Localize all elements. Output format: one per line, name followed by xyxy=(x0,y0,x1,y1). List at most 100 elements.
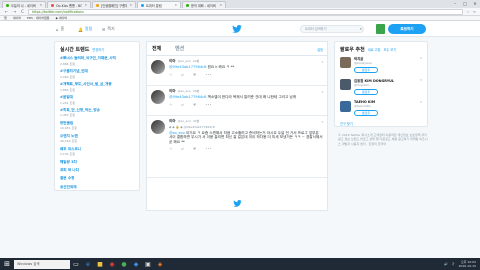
menu-icon[interactable]: ≡ xyxy=(473,9,476,14)
tweet-author-handle[interactable]: @so_eco xyxy=(178,59,191,63)
bookmark-item[interactable]: 앱 xyxy=(4,16,7,20)
tab-close-icon[interactable]: ✕ xyxy=(174,3,177,7)
trend-item[interactable]: 오렌지 노멘 46,160 트윗 xyxy=(60,134,134,144)
twitter-bird-icon[interactable] xyxy=(232,25,242,33)
search-icon[interactable]: ⌕ xyxy=(360,26,362,31)
bookmark-star-icon[interactable]: ☆ xyxy=(466,9,470,14)
tweet-author-name[interactable]: 이아 xyxy=(169,89,176,94)
tweet-mention[interactable]: @09e43ab177964c8 xyxy=(169,95,206,99)
trend-tag[interactable]: 헤일랑 3차 xyxy=(60,160,134,165)
browser-tab[interactable]: 문의 대화 - 네이버 메일 ✕ xyxy=(182,1,226,8)
retweet-icon[interactable]: ⇄ xyxy=(181,73,184,77)
reply-icon[interactable]: ↰ xyxy=(169,73,172,77)
like-icon[interactable]: ♥ xyxy=(193,147,196,151)
nav-messages[interactable]: ✉ 쪽지 xyxy=(102,26,115,32)
trend-tag[interactable]: 결문 수정 xyxy=(60,176,134,181)
trend-item[interactable]: #개팩트_부도_사인서_발_삼_개봉 1,865 트윗 xyxy=(60,82,134,92)
tweet-mention[interactable]: @so_eco xyxy=(169,131,185,135)
avatar[interactable] xyxy=(151,90,165,104)
tweet-author-handle[interactable]: @so_eco xyxy=(178,119,191,123)
back-button[interactable]: ← xyxy=(4,9,9,14)
chevron-down-icon[interactable]: ▾ xyxy=(321,120,323,124)
bookmark-item[interactable]: EBS · 네이버웹툰 xyxy=(27,16,49,20)
tweet-author-handle[interactable]: @so_eco xyxy=(178,89,191,93)
follow-button[interactable]: 팔로우 xyxy=(354,89,378,95)
forward-button[interactable]: → xyxy=(12,9,17,14)
tweet-mention[interactable]: @09e43ab177964c8 xyxy=(169,65,206,69)
trend-tag[interactable]: #뽀너스 놀러와_식구민_이제문_사직 xyxy=(60,56,134,61)
avatar[interactable] xyxy=(340,101,351,112)
browser-tab[interactable]: [인생캠페인] 구름위~ ✕ xyxy=(92,1,136,8)
bookmark-item[interactable]: 네이버 xyxy=(13,16,21,20)
suggestion-item[interactable]: ✕ 박지윤 @kodayana 팔로우 xyxy=(340,56,422,75)
tab-close-icon[interactable]: ✕ xyxy=(39,3,42,7)
chrome-icon[interactable]: ◉ xyxy=(106,258,118,270)
trend-item[interactable]: 배우 미스코니 2,154 트윗 xyxy=(60,147,134,157)
url-input[interactable]: https://twitter.com/notifications xyxy=(28,8,464,15)
dismiss-icon[interactable]: ✕ xyxy=(419,100,422,104)
tweet-time[interactable]: 32분 xyxy=(193,119,200,123)
reply-icon[interactable]: ↰ xyxy=(169,147,172,151)
volume-icon[interactable]: 🔊 xyxy=(444,262,448,266)
tweet-author-name[interactable]: 이아 xyxy=(169,119,176,124)
file-explorer-icon[interactable]: ■ xyxy=(94,258,106,270)
trend-tag[interactable]: #윤일대 xyxy=(60,95,134,100)
trend-item[interactable]: 코피 박 나다 xyxy=(60,168,134,173)
tab-close-icon[interactable]: ✕ xyxy=(219,3,222,7)
refresh-link[interactable]: 새로 고침 xyxy=(368,47,381,52)
task-view-icon[interactable]: ▭ xyxy=(70,258,82,270)
chevron-down-icon[interactable]: ▾ xyxy=(321,90,323,94)
trend-item[interactable]: 결문 수정 xyxy=(60,176,134,181)
avatar[interactable] xyxy=(340,79,351,90)
tab-close-icon[interactable]: ✕ xyxy=(129,3,132,7)
trend-tag[interactable]: 오렌지 노멘 xyxy=(60,134,134,139)
suggestion-item[interactable]: ✕ TAEHO KIM @taeumiko 팔로우 xyxy=(340,100,422,119)
reload-button[interactable]: C xyxy=(20,9,25,14)
dismiss-icon[interactable]: ✕ xyxy=(419,78,422,82)
retweet-icon[interactable]: ⇄ xyxy=(181,147,184,151)
avatar[interactable] xyxy=(340,57,351,68)
edge-icon[interactable]: e xyxy=(82,258,94,270)
app-icon[interactable]: ● xyxy=(118,258,130,270)
trend-tag[interactable]: 배우 미스코니 xyxy=(60,147,134,152)
tweet-author-name[interactable]: 이아 xyxy=(169,59,176,64)
trend-item[interactable]: #구름위기념_반대 2,060 트윗 xyxy=(60,69,134,79)
avatar[interactable] xyxy=(151,60,165,74)
windows-start-icon[interactable]: ⊞ xyxy=(0,258,14,270)
taskbar-search-input[interactable]: Windows 검색 xyxy=(14,259,70,269)
suggestion-item[interactable]: ✕ 김동원 KIM DONGRYUL @dngrkim 팔로우 xyxy=(340,78,422,97)
app-icon[interactable]: ◆ xyxy=(130,258,142,270)
tweet[interactable]: ▾ 이아 @so_eco 20분 @09e43ab177964c8 뭔요 k 봐… xyxy=(147,56,327,86)
close-window-button[interactable]: ✕ xyxy=(470,0,480,8)
retweet-icon[interactable]: ⇄ xyxy=(181,103,184,107)
clock[interactable]: 오후 10:02 2016-10-15 xyxy=(459,260,476,268)
profile-avatar[interactable] xyxy=(376,24,385,34)
see-all-link[interactable]: 모두 보기 xyxy=(384,47,397,52)
browser-tab[interactable]: 오늘의 나 - 네이버 블로그 ✕ xyxy=(2,1,46,8)
trends-change-link[interactable]: 변경하기 xyxy=(92,47,104,52)
trend-tag[interactable]: 코피 박 나다 xyxy=(60,168,134,173)
dismiss-icon[interactable]: ✕ xyxy=(419,56,422,60)
app-icon[interactable]: ▣ xyxy=(142,258,154,270)
nav-notifications[interactable]: 🔔 알림 xyxy=(78,26,92,32)
timeline-settings-link[interactable]: 설정 xyxy=(317,47,323,52)
maximize-button[interactable]: □ xyxy=(460,0,470,8)
trend-item[interactable]: #윤일대 1,201 트윗 xyxy=(60,95,134,105)
trend-item[interactable]: #히트_단_신청_먹는_방송 1,455 트윗 xyxy=(60,108,134,118)
trend-tag[interactable]: 공선인워에 xyxy=(60,185,134,190)
trend-tag[interactable]: #개팩트_부도_사인서_발_삼_개봉 xyxy=(60,82,134,87)
trend-tag[interactable]: #구름위기념_반대 xyxy=(60,69,134,74)
trend-item[interactable]: 헤일랑 3차 xyxy=(60,160,134,165)
bookmark-item[interactable]: ◆ 네이버 xyxy=(56,16,68,20)
search-input[interactable]: 트위터 검색하기 xyxy=(300,25,364,33)
more-icon[interactable]: ••• xyxy=(205,147,211,151)
browser-tab[interactable]: Oo-Kiss 팬밴 - BOOKITS... ✕ xyxy=(47,1,91,8)
tweet[interactable]: ▾ 이아 @so_eco 26분 @09e43ab177964c8 백소델이 한… xyxy=(147,86,327,116)
more-icon[interactable]: ••• xyxy=(205,73,211,77)
minimize-button[interactable]: – xyxy=(450,0,460,8)
follow-button[interactable]: 팔로우 xyxy=(354,67,378,73)
chevron-down-icon[interactable]: ▾ xyxy=(321,60,323,64)
tweet-time[interactable]: 26분 xyxy=(193,89,200,93)
reply-icon[interactable]: ↰ xyxy=(169,103,172,107)
tab-mentions[interactable]: 멘션 xyxy=(175,45,184,52)
